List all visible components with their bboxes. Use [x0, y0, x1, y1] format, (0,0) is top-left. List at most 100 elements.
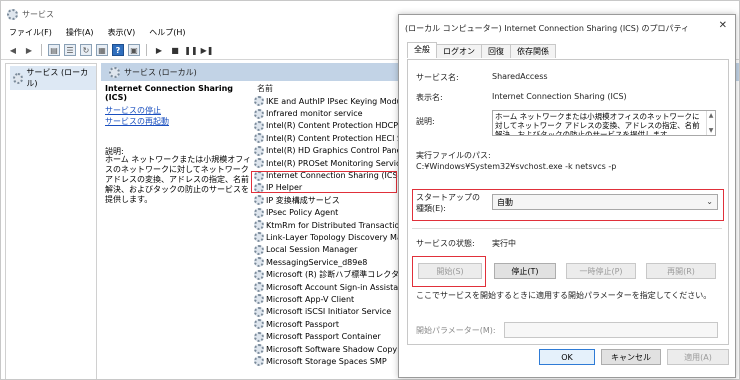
menu-help[interactable]: ヘルプ(H): [149, 27, 185, 38]
pause-button[interactable]: 一時停止(P): [566, 263, 636, 279]
start-parameter-input[interactable]: [504, 322, 718, 338]
restart-service-link[interactable]: サービスの再起動: [105, 116, 169, 127]
service-gear-icon: [254, 232, 264, 243]
forward-arrow-icon[interactable]: ▶: [23, 44, 35, 56]
extended-description-pane: Internet Connection Sharing (ICS) サービスの停…: [101, 81, 251, 379]
start-button-highlight: [412, 256, 486, 287]
service-row[interactable]: KtmRm for Distributed Transaction C: [254, 219, 402, 231]
toolbar: ◀ ▶ ▤ ☰ ↻ ▦ ? ▣ ▶ ■ ❚❚ ▶❚: [7, 43, 213, 57]
show-hide-pane-icon[interactable]: ▣: [128, 44, 140, 56]
close-icon[interactable]: ✕: [719, 20, 727, 31]
tab-general[interactable]: 全般: [407, 42, 437, 58]
service-gear-icon: [254, 108, 264, 119]
menu-file[interactable]: ファイル(F): [9, 27, 52, 38]
back-arrow-icon[interactable]: ◀: [7, 44, 19, 56]
toolbar-separator: [41, 44, 42, 56]
stop-button[interactable]: 停止(T): [494, 263, 556, 279]
properties-list-icon[interactable]: ☰: [64, 44, 76, 56]
help-icon[interactable]: ?: [112, 44, 124, 56]
service-gear-icon: [254, 306, 264, 317]
start-service-icon[interactable]: ▶: [153, 44, 165, 56]
service-name: Microsoft Passport: [266, 319, 340, 329]
tab-logon[interactable]: ログオン: [436, 44, 482, 58]
service-gear-icon: [254, 257, 264, 268]
service-gear-icon: [254, 96, 264, 107]
export-list-icon[interactable]: ▦: [96, 44, 108, 56]
service-name: KtmRm for Distributed Transaction C: [266, 220, 402, 230]
tab-recovery[interactable]: 回復: [481, 44, 511, 58]
services-title-bar: サービス: [7, 7, 54, 21]
service-row[interactable]: Intel(R) Content Protection HDCP Se: [254, 120, 402, 132]
service-name: Infrared monitor service: [266, 109, 363, 119]
service-gear-icon: [254, 195, 264, 206]
service-status-value: 実行中: [492, 239, 516, 248]
cancel-button[interactable]: キャンセル: [601, 349, 661, 365]
service-name: Local Session Manager: [266, 245, 358, 255]
detail-header-title: サービス (ローカル): [124, 67, 197, 77]
service-gear-icon: [254, 282, 264, 293]
description-value: ホーム ネットワークまたは小規模オフィスのネットワークに対してネットワーク アド…: [495, 112, 700, 136]
service-row[interactable]: Microsoft App-V Client: [254, 293, 402, 305]
service-row[interactable]: MessagingService_d89e8: [254, 256, 402, 268]
restart-service-icon[interactable]: ▶❚: [201, 44, 214, 56]
service-row[interactable]: Microsoft iSCSI Initiator Service: [254, 306, 402, 318]
description-box[interactable]: ホーム ネットワークまたは小規模オフィスのネットワークに対してネットワーク アド…: [492, 110, 716, 136]
services-gear-icon: [7, 8, 18, 20]
stop-service-icon[interactable]: ■: [169, 44, 181, 56]
refresh-icon[interactable]: ↻: [80, 44, 92, 56]
service-row[interactable]: Microsoft (R) 診断ハブ標準コレクター: [254, 268, 402, 280]
service-row[interactable]: Local Session Manager: [254, 244, 402, 256]
service-gear-icon: [254, 294, 264, 305]
tree-item-label: サービス (ローカル): [26, 68, 89, 88]
scroll-up-icon[interactable]: ▲: [709, 111, 714, 120]
service-name: Microsoft App-V Client: [266, 294, 355, 304]
service-row[interactable]: Intel(R) Content Protection HECI Se: [254, 132, 402, 144]
service-gear-icon: [254, 319, 264, 330]
service-name: Microsoft Storage Spaces SMP: [266, 356, 387, 366]
console-tree-icon[interactable]: ▤: [48, 44, 60, 56]
console-tree: サービス (ローカル): [5, 63, 97, 379]
services-gear-icon: [109, 66, 120, 78]
service-name: IPsec Policy Agent: [266, 208, 339, 218]
dialog-title: (ローカル コンピューター) Internet Connection Shari…: [405, 24, 690, 33]
service-row[interactable]: Microsoft Software Shadow Copy P: [254, 343, 402, 355]
menu-action[interactable]: 操作(A): [66, 27, 94, 38]
service-row[interactable]: IP 変換構成サービス: [254, 194, 402, 206]
resume-button[interactable]: 再開(R): [646, 263, 716, 279]
stop-service-link[interactable]: サービスの停止: [105, 105, 161, 116]
tab-dependencies[interactable]: 依存関係: [510, 44, 556, 58]
service-name: Intel(R) Content Protection HECI Se: [266, 133, 402, 143]
service-name: MessagingService_d89e8: [266, 257, 368, 267]
service-row[interactable]: Microsoft Storage Spaces SMP: [254, 355, 402, 367]
description-scrollbar[interactable]: ▲ ▼: [706, 111, 715, 135]
service-row[interactable]: Microsoft Passport Container: [254, 330, 402, 342]
service-gear-icon: [254, 133, 264, 144]
startup-type-highlight: [412, 189, 724, 221]
service-row[interactable]: IPsec Policy Agent: [254, 207, 402, 219]
service-row[interactable]: Microsoft Account Sign-in Assistan: [254, 281, 402, 293]
service-name: Link-Layer Topology Discovery Map: [266, 232, 402, 242]
scroll-down-icon[interactable]: ▼: [709, 126, 714, 135]
service-gear-icon: [254, 356, 264, 367]
service-row[interactable]: Intel(R) HD Graphics Control Panel S: [254, 145, 402, 157]
menu-view[interactable]: 表示(V): [108, 27, 136, 38]
service-row[interactable]: Intel(R) PROSet Monitoring Service: [254, 157, 402, 169]
service-row[interactable]: Link-Layer Topology Discovery Map: [254, 231, 402, 243]
service-name: Intel(R) Content Protection HDCP Se: [266, 121, 402, 131]
service-name: Microsoft Passport Container: [266, 332, 381, 342]
service-name-label: サービス名:: [416, 73, 459, 82]
service-row[interactable]: Infrared monitor service: [254, 107, 402, 119]
toolbar-separator: [146, 44, 147, 56]
service-name: Microsoft Software Shadow Copy P: [266, 344, 402, 354]
service-row[interactable]: IKE and AuthIP IPsec Keying Modul: [254, 95, 402, 107]
pause-service-icon[interactable]: ❚❚: [184, 44, 197, 56]
ok-button[interactable]: OK: [539, 349, 595, 365]
service-row[interactable]: Microsoft Passport: [254, 318, 402, 330]
service-name: IP 変換構成サービス: [266, 195, 340, 205]
tree-item-services-local[interactable]: サービス (ローカル): [10, 66, 96, 90]
service-name: Microsoft (R) 診断ハブ標準コレクター: [266, 270, 402, 280]
service-name: Intel(R) HD Graphics Control Panel S: [266, 146, 402, 156]
name-column-header[interactable]: 名前: [257, 83, 273, 94]
services-gear-icon: [13, 72, 24, 84]
apply-button[interactable]: 適用(A): [667, 349, 729, 365]
